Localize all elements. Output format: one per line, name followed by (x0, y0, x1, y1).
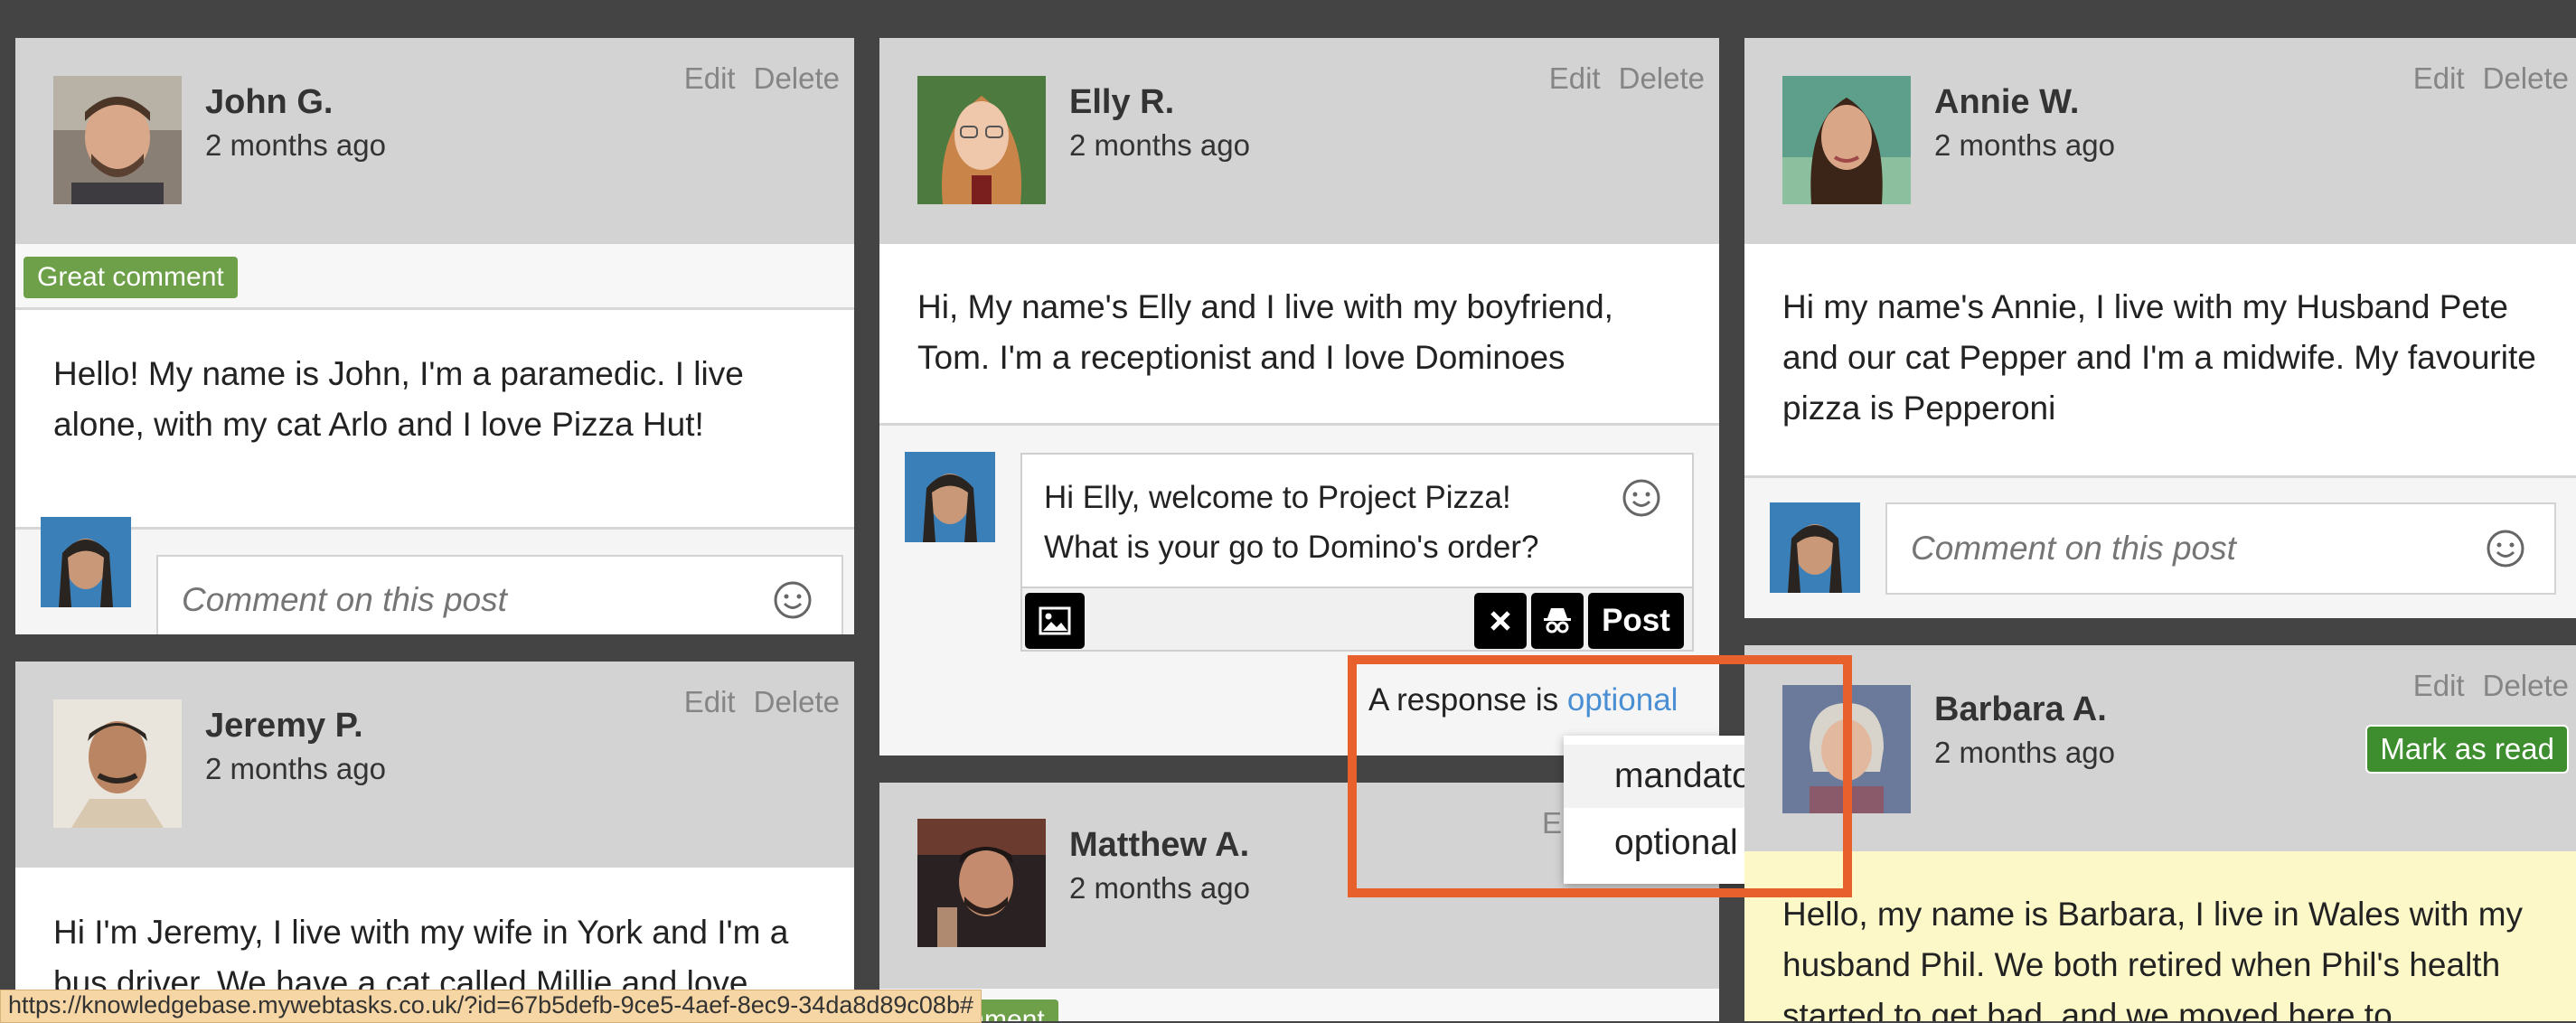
image-icon (1039, 606, 1071, 635)
badge-bar: at comment (879, 989, 1719, 1021)
author-name[interactable]: Matthew A. (1069, 826, 1249, 865)
avatar (917, 76, 1046, 204)
post-actions: Edit Delete (666, 685, 840, 719)
divider (15, 527, 854, 530)
edit-link[interactable]: Edit (684, 685, 736, 718)
avatar (53, 699, 182, 828)
delete-link[interactable]: Delete (2483, 61, 2569, 95)
image-upload-button[interactable] (1025, 593, 1085, 649)
post-card-barbara: Edit Delete Barbara A. 2 months ago Mark … (1744, 645, 2576, 1021)
post-body: Hi, My name's Elly and I live with my bo… (917, 288, 1613, 376)
author-name[interactable]: Elly R. (1069, 83, 1174, 122)
comment-placeholder: Comment on this post (182, 581, 507, 618)
post-card-john: Edit Delete John G. 2 months ago Great co… (15, 38, 854, 634)
commenter-avatar (1770, 502, 1860, 593)
delete-link[interactable]: Delete (1619, 61, 1705, 95)
post-actions: Edit Delete (1531, 61, 1705, 96)
reply-editor[interactable]: Hi Elly, welcome to Project Pizza! What … (1020, 453, 1694, 588)
post-header: Edit Delete John G. 2 months ago (15, 38, 854, 244)
post-actions: Edit Delete (2395, 61, 2569, 96)
avatar (1782, 76, 1911, 204)
post-body-text: Hello! My name is John, I'm a paramedic.… (53, 355, 744, 443)
comment-input[interactable]: Comment on this post (1885, 502, 2556, 595)
post-actions: Edit Delete (2395, 669, 2569, 703)
post-button[interactable]: Post (1588, 593, 1684, 649)
divider (879, 423, 1719, 426)
status-url: https://knowledgebase.mywebtasks.co.uk/?… (0, 990, 982, 1023)
badge-bar: Great comment (15, 244, 854, 310)
avatar (917, 819, 1046, 947)
comment-input[interactable]: Comment on this post (156, 555, 843, 634)
delete-link[interactable]: Delete (2483, 669, 2569, 702)
author-name[interactable]: Barbara A. (1934, 690, 2107, 729)
post-body: Hi my name's Annie, I live with my Husba… (1782, 288, 2536, 427)
author-name[interactable]: Jeremy P. (205, 707, 363, 746)
comment-placeholder: Comment on this post (1911, 530, 2236, 567)
post-time: 2 months ago (1934, 736, 2115, 769)
post-card-elly: Edit Delete Elly R. 2 months ago Hi, My n… (879, 38, 1719, 756)
cancel-reply-button[interactable] (1474, 593, 1527, 649)
post-time: 2 months ago (1069, 871, 1250, 905)
commenter-avatar (905, 452, 995, 542)
great-comment-badge: Great comment (24, 257, 238, 298)
highlight-box (1348, 655, 1852, 897)
delete-link[interactable]: Delete (754, 61, 840, 95)
post-card-jeremy: Edit Delete Jeremy P. 2 months ago Hi I'm… (15, 662, 854, 1021)
incognito-icon (1544, 608, 1571, 634)
post-body: Hello, my name is Barbara, I live in Wal… (1782, 896, 2524, 1021)
divider (1744, 475, 2576, 478)
post-actions: Edit Delete (666, 61, 840, 96)
delete-link[interactable]: Delete (754, 685, 840, 718)
edit-link[interactable]: Edit (2413, 669, 2465, 702)
reply-draft-text[interactable]: Hi Elly, welcome to Project Pizza! What … (1044, 473, 1586, 572)
post-time: 2 months ago (205, 752, 386, 785)
post-card-annie: Edit Delete Annie W. 2 months ago Hi my n… (1744, 38, 2576, 618)
commenter-avatar (41, 517, 131, 607)
edit-link[interactable]: Edit (2413, 61, 2465, 95)
avatar (53, 76, 182, 204)
post-header: Edit Delete Elly R. 2 months ago (879, 38, 1719, 244)
post-header: Edit Delete Annie W. 2 months ago (1744, 38, 2576, 244)
author-name[interactable]: John G. (205, 83, 333, 122)
post-header: Edit Delete Jeremy P. 2 months ago (15, 662, 854, 868)
author-name[interactable]: Annie W. (1934, 83, 2079, 122)
emoji-icon[interactable] (1622, 478, 1661, 518)
emoji-icon[interactable] (2486, 529, 2525, 568)
edit-link[interactable]: Edit (684, 61, 736, 95)
post-time: 2 months ago (205, 128, 386, 162)
post-time: 2 months ago (1934, 128, 2115, 162)
anonymous-button[interactable] (1531, 593, 1584, 649)
post-time: 2 months ago (1069, 128, 1250, 162)
close-icon (1490, 611, 1510, 631)
post-header: Edit Delete Barbara A. 2 months ago Mark … (1744, 645, 2576, 851)
emoji-icon[interactable] (773, 580, 813, 620)
edit-link[interactable]: Edit (1549, 61, 1601, 95)
mark-as-read-button[interactable]: Mark as read (2365, 725, 2569, 774)
